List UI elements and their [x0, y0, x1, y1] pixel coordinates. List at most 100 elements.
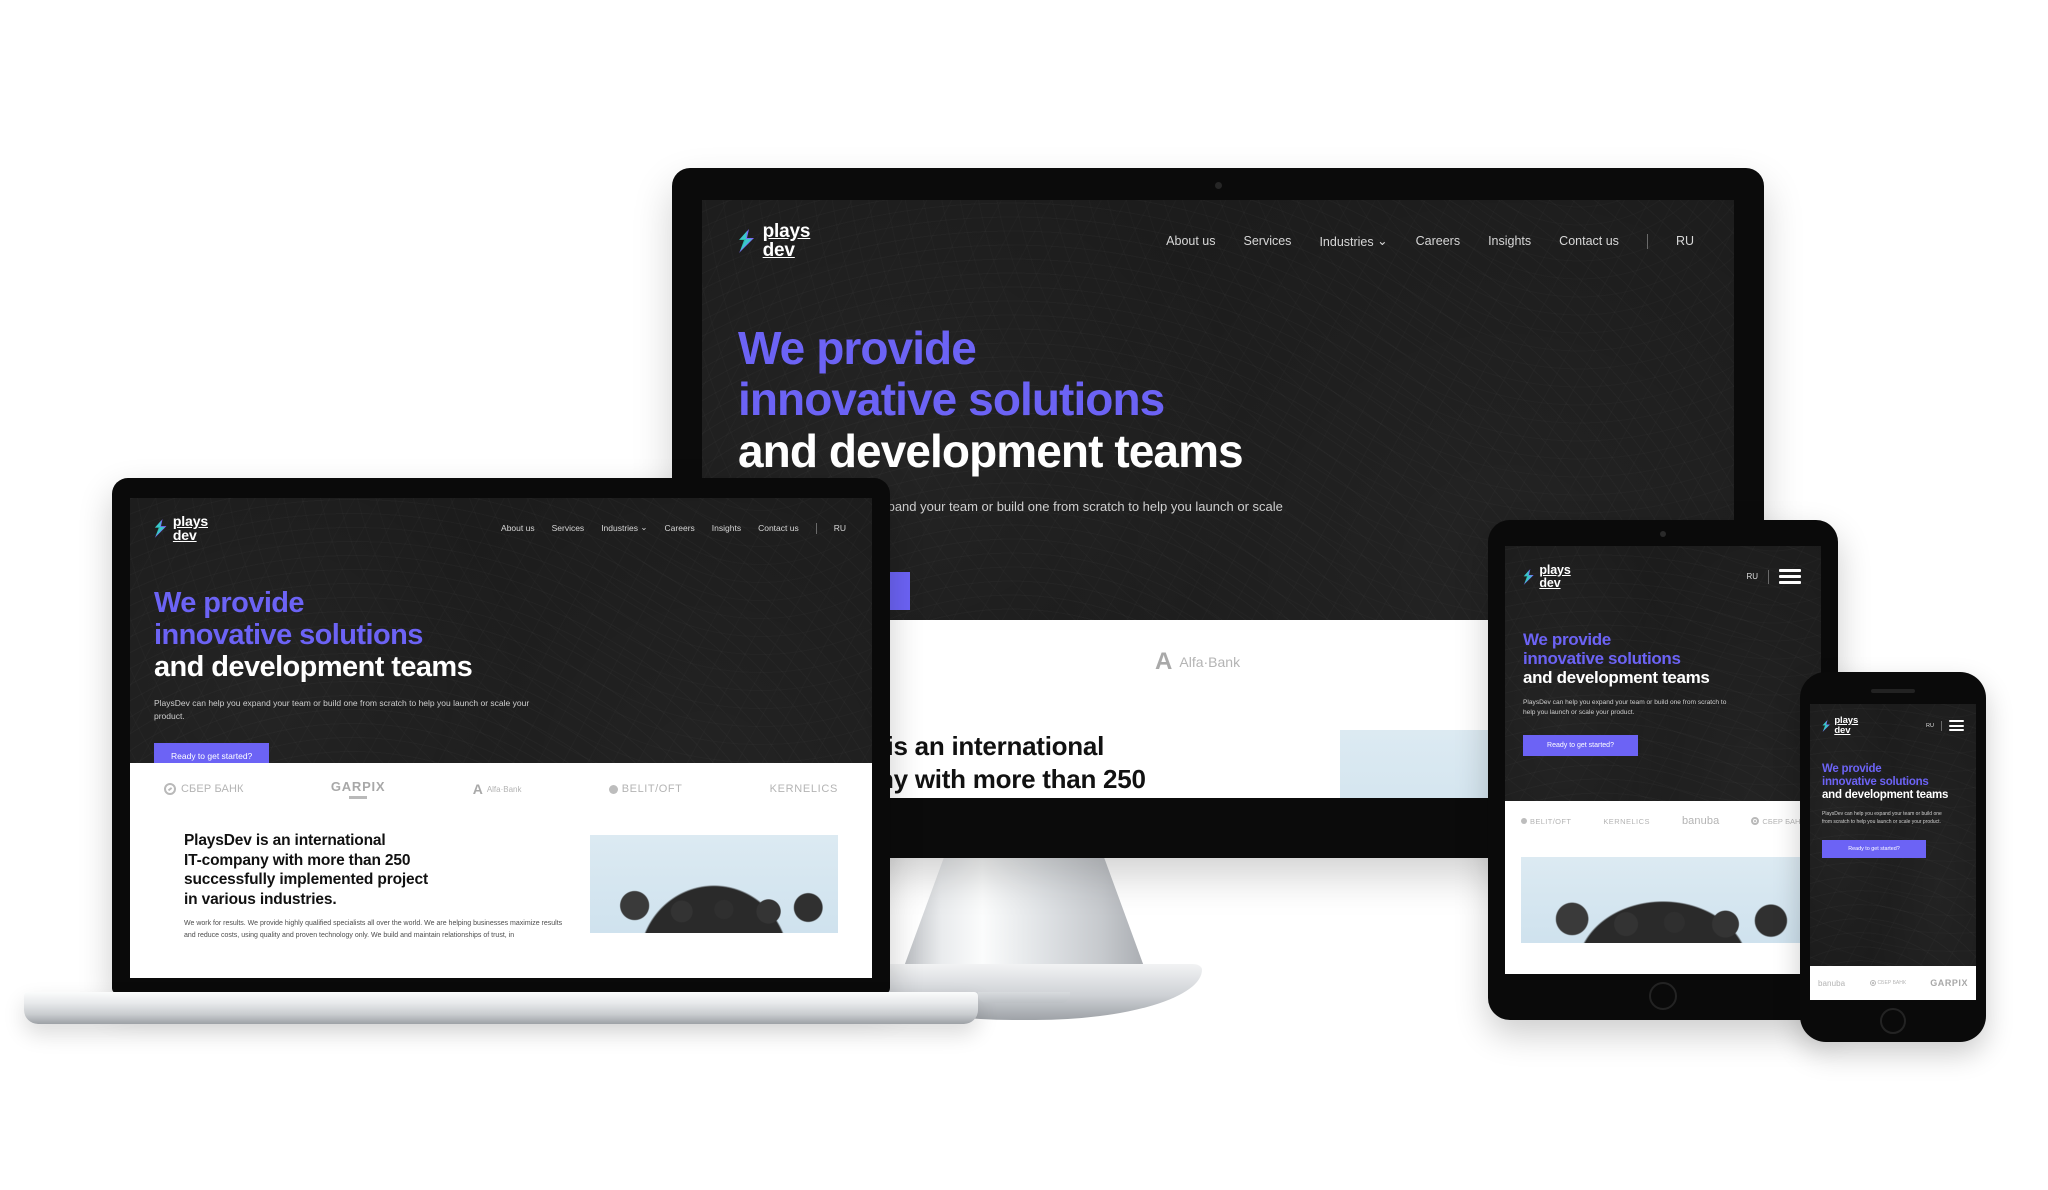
- lightning-bolt-icon: [154, 518, 167, 538]
- alfa-a-mark: A: [1155, 648, 1173, 675]
- website-tablet: plays dev RU We provide innovative solut…: [1505, 546, 1821, 974]
- brand-line-2: dev: [1539, 575, 1561, 590]
- sber-ring-icon: [164, 783, 176, 795]
- clients-logo-band: BELIT/OFT KERNELICS banuba СБЕР БАНК: [1505, 801, 1821, 841]
- client-logo-sberbank: СБЕР БАНК: [164, 783, 244, 795]
- phone-screen: plays dev RU We provide innovative solut…: [1810, 704, 1976, 1000]
- site-header: plays dev RU: [1810, 704, 1976, 735]
- hero-subtitle: PlaysDev can help you expand your team o…: [1822, 811, 1942, 825]
- team-photo: [590, 835, 838, 933]
- client-logo-sberbank: СБЕР БАНК: [1869, 980, 1906, 986]
- site-header: plays dev About us Services Industries ⌄…: [130, 498, 872, 543]
- cta-ready-to-get-started-button[interactable]: Ready to get started?: [1822, 840, 1926, 858]
- brand-logo[interactable]: plays dev: [1523, 564, 1571, 590]
- clients-logo-band: banuba СБЕР БАНК GARPIX: [1810, 966, 1976, 1000]
- about-body-text: We work for results. We provide highly q…: [184, 920, 563, 939]
- device-tablet: plays dev RU We provide innovative solut…: [1488, 520, 1838, 1020]
- client-logo-kernelics: KERNELICS: [1603, 816, 1650, 826]
- main-navigation: About us Services Industries ⌄ Careers I…: [1166, 233, 1694, 249]
- nav-divider: [1768, 569, 1769, 584]
- hamburger-menu-icon[interactable]: [1779, 569, 1801, 585]
- hero-heading-line-1: We provide: [738, 321, 977, 374]
- nav-item-industries[interactable]: Industries ⌄: [601, 521, 648, 534]
- nav-item-careers[interactable]: Careers: [1416, 234, 1460, 248]
- cta-ready-to-get-started-button[interactable]: Ready to get started?: [1523, 734, 1638, 756]
- belitsoft-dot-icon: [608, 784, 618, 794]
- nav-item-insights[interactable]: Insights: [1488, 234, 1531, 248]
- brand-line-2: dev: [1834, 724, 1851, 736]
- nav-divider: [1941, 720, 1942, 731]
- lightning-bolt-icon: [1523, 568, 1534, 585]
- nav-item-services[interactable]: Services: [1244, 234, 1292, 248]
- hero-heading-line-3: and development teams: [1822, 789, 1949, 802]
- brand-logo[interactable]: plays dev: [154, 514, 208, 543]
- nav-divider: [1646, 233, 1648, 249]
- hero-heading: We provide innovative solutions and deve…: [1822, 763, 1976, 802]
- device-laptop: plays dev About us Services Industries ⌄…: [112, 478, 890, 994]
- hero-subtitle: PlaysDev can help you expand your team o…: [154, 697, 530, 722]
- hero-subtitle: PlaysDev can help you expand your team o…: [1523, 698, 1727, 717]
- belitsoft-dot-icon: [1521, 818, 1527, 824]
- webcam-icon: [1214, 182, 1222, 189]
- hero-heading-line-3: and development teams: [738, 424, 1244, 477]
- chevron-down-icon: ⌄: [640, 521, 648, 532]
- hero-heading-line-1: We provide: [1822, 763, 1882, 776]
- monitor-stand-neck: [902, 852, 1146, 972]
- nav-item-services[interactable]: Services: [552, 523, 585, 533]
- brand-logo[interactable]: plays dev: [738, 222, 810, 261]
- language-switcher[interactable]: RU: [1746, 572, 1758, 581]
- main-navigation: About us Services Industries ⌄ Careers I…: [501, 521, 846, 534]
- nav-item-careers[interactable]: Careers: [665, 523, 695, 533]
- hamburger-menu-icon[interactable]: [1949, 720, 1964, 732]
- hero-heading: We provide innovative solutions and deve…: [738, 321, 1734, 478]
- home-button[interactable]: [1649, 982, 1677, 1010]
- garpix-underline: [349, 796, 368, 800]
- client-logo-alfa-bank: A Alfa·Bank: [472, 781, 522, 797]
- responsive-device-mockup-scene: plays dev About us Services Industries ⌄…: [0, 0, 2048, 1190]
- client-logo-sberbank: СБЕР БАНК: [1751, 817, 1805, 826]
- nav-item-contact-us[interactable]: Contact us: [758, 523, 799, 533]
- clients-logo-row: BELIT/OFT KERNELICS banuba СБЕР БАНК: [1521, 801, 1805, 841]
- brand-line-2: dev: [762, 240, 795, 262]
- clients-logo-band: СБЕР БАНК GARPIX A Alfa·Bank BELIT/OFT K…: [130, 763, 872, 815]
- hero-heading-line-1: We provide: [154, 586, 305, 619]
- nav-item-contact-us[interactable]: Contact us: [1559, 234, 1619, 248]
- language-switcher[interactable]: RU: [1926, 723, 1934, 729]
- lightning-bolt-icon: [1822, 719, 1830, 732]
- client-logo-garpix: GARPIX: [331, 779, 386, 800]
- about-heading-line-4: in various industries.: [184, 890, 337, 908]
- device-phone: plays dev RU We provide innovative solut…: [1800, 672, 1986, 1042]
- laptop-lid-notch: [978, 992, 1070, 1003]
- about-heading-line-2: IT-company with more than 250: [184, 851, 411, 869]
- nav-item-industries-label: Industries: [1319, 234, 1374, 249]
- hero-heading: We provide innovative solutions and deve…: [154, 587, 872, 684]
- laptop-screen: plays dev About us Services Industries ⌄…: [130, 498, 872, 978]
- home-button[interactable]: [1880, 1008, 1906, 1034]
- about-heading-line-3: successfully implemented project: [184, 871, 428, 889]
- site-header: plays dev About us Services Industries ⌄…: [702, 200, 1734, 261]
- hero-heading-line-2: innovative solutions: [1822, 776, 1929, 789]
- hero-heading-line-2: innovative solutions: [154, 619, 423, 651]
- brand-logo[interactable]: plays dev: [1822, 716, 1858, 735]
- nav-divider: [815, 522, 817, 534]
- client-logo-garpix: GARPIX: [1930, 978, 1968, 988]
- client-logo-banuba: banuba: [1818, 978, 1846, 988]
- nav-item-industries[interactable]: Industries ⌄: [1319, 234, 1387, 249]
- hero-heading-line-2: innovative solutions: [738, 373, 1165, 426]
- clients-logo-row: banuba СБЕР БАНК GARPIX: [1818, 966, 1968, 1000]
- hero-heading: We provide innovative solutions and deve…: [1523, 630, 1821, 687]
- hero-section: We provide innovative solutions and deve…: [1810, 735, 1976, 858]
- lightning-bolt-icon: [739, 229, 754, 254]
- alfa-a-mark: A: [472, 781, 483, 797]
- client-logo-kernelics: KERNELICS: [769, 783, 838, 795]
- nav-item-about-us[interactable]: About us: [501, 523, 535, 533]
- language-switcher[interactable]: RU: [834, 523, 846, 533]
- hero-section: We provide innovative solutions and deve…: [1505, 590, 1821, 756]
- nav-item-insights[interactable]: Insights: [712, 523, 741, 533]
- client-logo-alfa-bank: A Alfa·Bank: [1155, 648, 1241, 675]
- nav-item-about-us[interactable]: About us: [1166, 234, 1215, 248]
- language-switcher[interactable]: RU: [1676, 234, 1694, 248]
- front-camera-icon: [1660, 531, 1666, 537]
- client-logo-belitsoft: BELIT/OFT: [1521, 817, 1571, 826]
- about-section: PlaysDev is an international IT-company …: [130, 815, 872, 978]
